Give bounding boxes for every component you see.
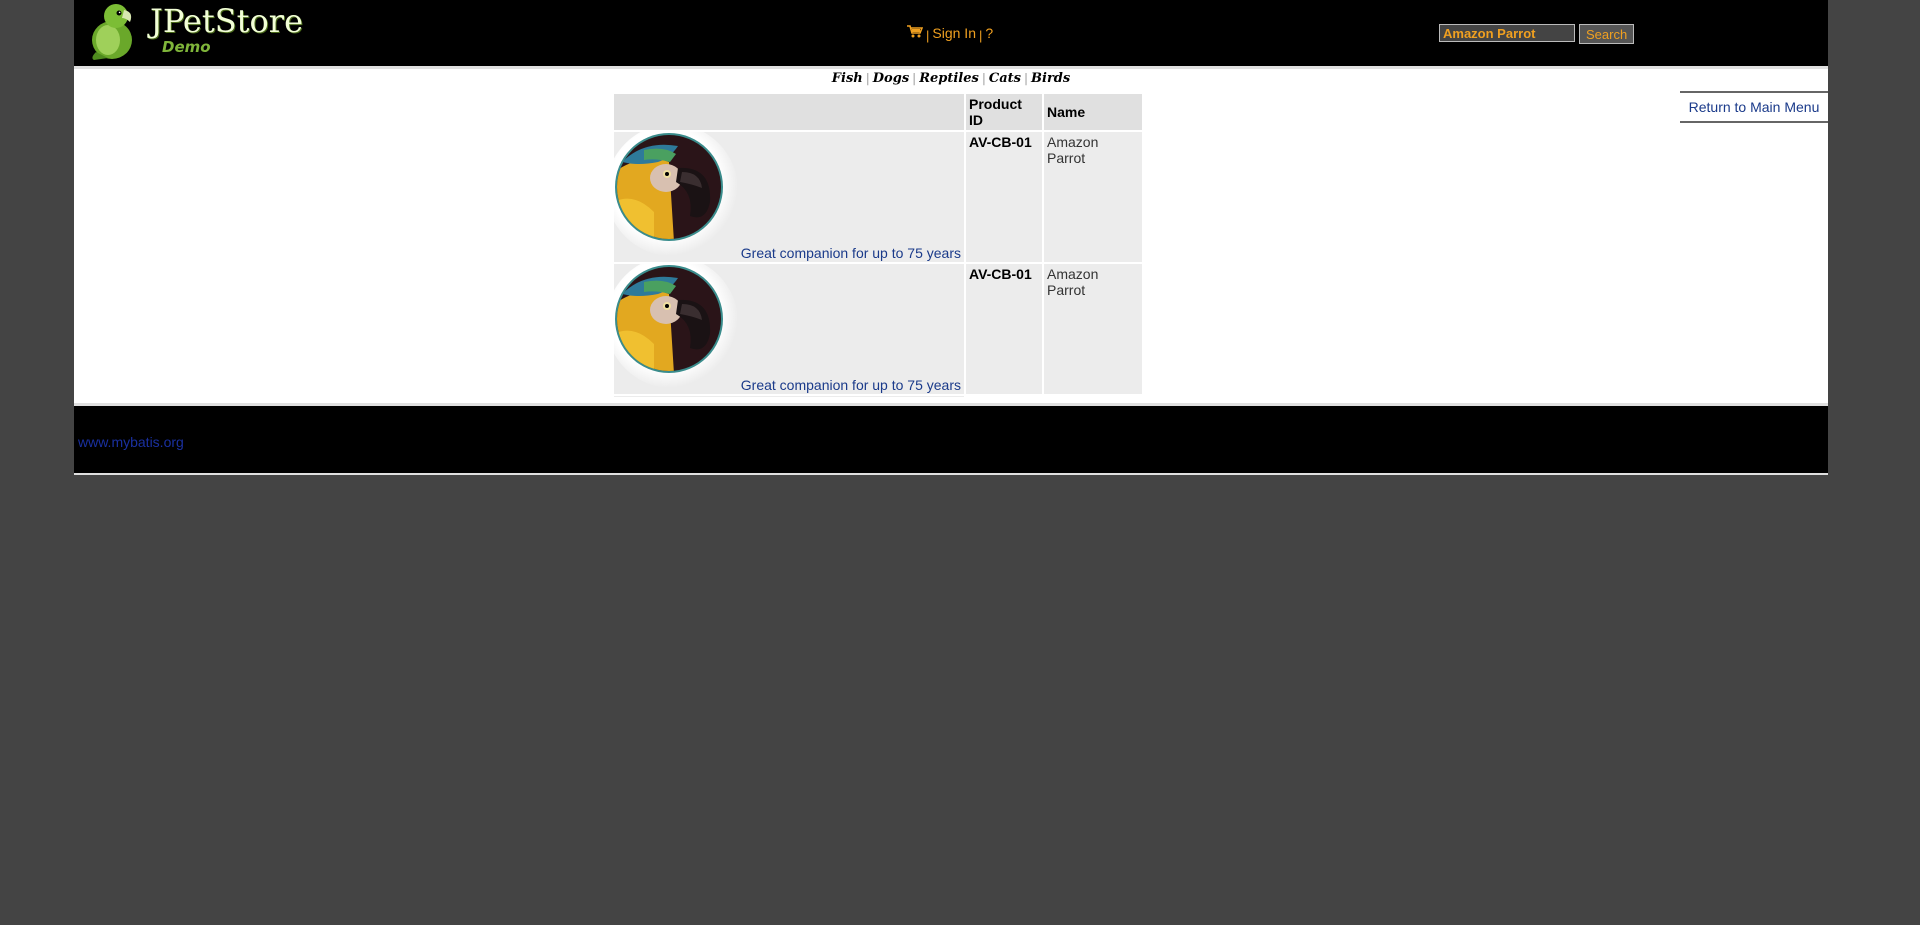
brand-subtitle: Demo — [162, 38, 211, 56]
amazon-parrot-image[interactable] — [614, 264, 742, 394]
product-image-cell: Great companion for up to 75 years — [614, 132, 964, 262]
quicklink-separator: | — [1023, 71, 1029, 85]
product-image-cell: Great companion for up to 75 years — [614, 264, 964, 394]
product-name-cell: Amazon Parrot — [1044, 132, 1142, 262]
amazon-parrot-image[interactable] — [614, 132, 742, 262]
search-input[interactable] — [1439, 24, 1575, 42]
page-container: JPetStore Demo | Sign In | ? Search — [74, 0, 1828, 475]
logo[interactable]: JPetStore Demo — [82, 2, 322, 60]
menu-bar: | Sign In | ? — [906, 24, 993, 43]
cart-icon — [907, 25, 924, 38]
column-header-name: Name — [1044, 94, 1142, 130]
search-button[interactable]: Search — [1579, 24, 1635, 44]
product-name-cell: Amazon Parrot — [1044, 264, 1142, 394]
main-content: Fish | Dogs | Reptiles | Cats | Birds Return to … — [74, 69, 1828, 403]
product-id-cell: AV-CB-01 — [966, 264, 1042, 394]
return-to-main-menu-link[interactable]: Return to Main Menu — [1689, 99, 1820, 115]
column-header-product-id: Product ID — [966, 94, 1042, 130]
product-description-link[interactable]: Great companion for up to 75 years — [741, 377, 961, 393]
table-row: Great companion for up to 75 years AV-CB… — [614, 132, 1142, 262]
quicklink-cats[interactable]: Cats — [989, 71, 1021, 86]
table-row-spacer — [614, 396, 1142, 397]
brand-title: JPetStore — [150, 2, 303, 40]
mybatis-link[interactable]: www.mybatis.org — [78, 434, 184, 450]
sign-in-link[interactable]: Sign In — [932, 25, 976, 41]
product-description-link[interactable]: Great companion for up to 75 years — [741, 245, 961, 261]
header: JPetStore Demo | Sign In | ? Search — [74, 0, 1828, 69]
product-id-cell: AV-CB-01 — [966, 132, 1042, 262]
column-header-image — [614, 94, 964, 130]
cart-link[interactable] — [906, 24, 924, 41]
footer: www.mybatis.org — [74, 403, 1828, 475]
quicklink-separator: | — [865, 71, 870, 85]
empty-cell — [614, 396, 964, 397]
parrot-logo-icon — [92, 4, 132, 60]
quicklink-separator: | — [981, 71, 986, 85]
quicklink-separator: | — [912, 71, 917, 85]
back-link-container: Return to Main Menu — [1680, 91, 1828, 123]
quicklink-fish[interactable]: Fish — [832, 71, 863, 86]
table-row: Great companion for up to 75 years AV-CB… — [614, 264, 1142, 394]
search-results-table: Product ID Name Great companion for up t… — [612, 92, 1144, 399]
table-header-row: Product ID Name — [614, 94, 1142, 130]
search-form: Search — [1439, 24, 1635, 44]
help-link[interactable]: ? — [985, 25, 993, 41]
quicklink-reptiles[interactable]: Reptiles — [919, 71, 979, 86]
menu-separator: | — [978, 28, 983, 43]
quicklink-dogs[interactable]: Dogs — [873, 71, 909, 86]
category-quicklinks: Fish | Dogs | Reptiles | Cats | Birds — [74, 71, 1828, 86]
quicklink-birds[interactable]: Birds — [1031, 71, 1070, 86]
menu-separator: | — [926, 28, 930, 43]
